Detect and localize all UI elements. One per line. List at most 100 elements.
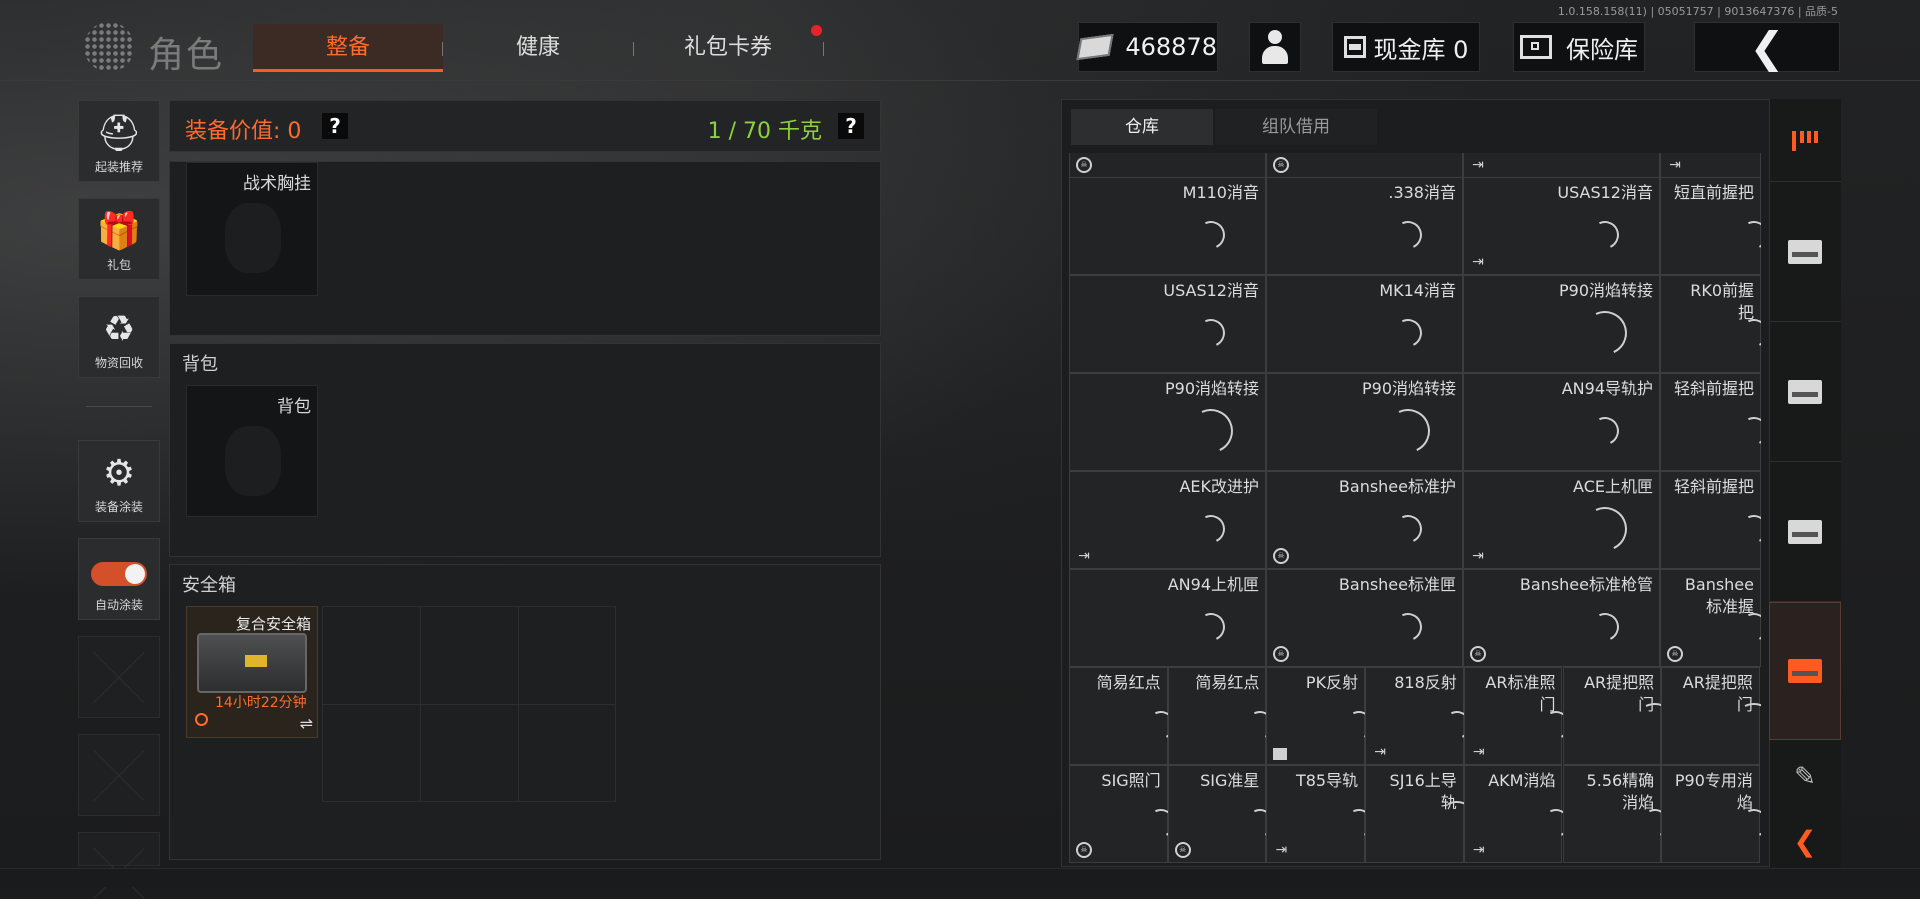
category-all-button[interactable] xyxy=(1769,100,1841,182)
helmet-icon: ⛑ xyxy=(96,113,142,154)
inventory-item[interactable]: Banshee标准枪管 ☠ xyxy=(1463,569,1660,667)
inventory-item[interactable]: ⇥ xyxy=(1463,153,1660,178)
backpack-slot[interactable]: 背包 xyxy=(186,385,318,517)
cash-vault-button[interactable]: 现金库 0 xyxy=(1332,22,1480,72)
loadout-recommend-button[interactable]: ⛑ 起装推荐 xyxy=(78,100,160,182)
category-button[interactable] xyxy=(1769,182,1841,322)
item-name: 轻斜前握把 xyxy=(1673,477,1754,496)
category-button[interactable] xyxy=(1769,322,1841,462)
inventory-item[interactable]: 短直前握把 xyxy=(1660,177,1761,275)
operator-button[interactable] xyxy=(1249,22,1301,72)
slot-label: 背包 xyxy=(277,397,311,417)
inventory-item[interactable]: P90消焰转接 xyxy=(1463,275,1660,373)
inventory-item[interactable]: M110消音 xyxy=(1069,177,1266,275)
tab-warehouse[interactable]: 仓库 xyxy=(1071,109,1213,145)
crate-icon xyxy=(1788,659,1822,683)
inventory-item[interactable]: ACE上机匣 ⇥ xyxy=(1463,471,1660,569)
exit-icon: ⇥ xyxy=(1374,744,1386,760)
safebox-grid[interactable] xyxy=(322,606,616,802)
inventory-item[interactable]: 简易红点 xyxy=(1167,667,1278,765)
sidebar-label: 礼包 xyxy=(106,258,131,272)
category-button[interactable]: ✎ xyxy=(1769,740,1841,814)
inventory-item[interactable]: AEK改进护 ⇥ xyxy=(1069,471,1266,569)
inventory-item[interactable]: Banshee标准匣 ☠ xyxy=(1266,569,1463,667)
tab-gift-coupons[interactable]: 礼包卡券 xyxy=(633,24,823,72)
skull-icon: ☠ xyxy=(1273,548,1289,564)
exit-icon: ⇥ xyxy=(1275,842,1288,858)
sidebar-label: 自动涂装 xyxy=(94,598,143,612)
category-button[interactable] xyxy=(1769,462,1841,602)
toggle-switch[interactable] xyxy=(91,562,147,586)
currency-amount: 468878 xyxy=(1125,33,1217,61)
inventory-item[interactable]: AN94上机匣 xyxy=(1069,569,1266,667)
inventory-item[interactable]: 简易红点 xyxy=(1069,667,1180,765)
inventory-item[interactable]: 轻斜前握把 xyxy=(1660,373,1761,471)
inventory-item[interactable]: AR提把照 门 xyxy=(1562,667,1684,765)
tab-team-borrow[interactable]: 组队借用 xyxy=(1215,109,1377,145)
safe-vault-button[interactable]: 保险库 xyxy=(1513,22,1645,72)
inventory-item[interactable]: USAS12消音 xyxy=(1069,275,1266,373)
backpack-placeholder-icon xyxy=(225,426,281,496)
inventory-item[interactable]: AN94导轨护 xyxy=(1463,373,1660,471)
inventory-item[interactable]: .338消音 xyxy=(1266,177,1463,275)
value-help-button[interactable]: ? xyxy=(322,113,348,139)
inventory-item[interactable]: T85导轨 ⇥ xyxy=(1266,765,1377,863)
item-name: P90专用消 焰 xyxy=(1674,771,1753,812)
safebox-item[interactable]: 复合安全箱 14小时22分钟 ⇌ xyxy=(186,606,318,738)
chest-rig-slot[interactable]: 战术胸挂 xyxy=(186,162,318,296)
inventory-item[interactable]: AR提把照 门 xyxy=(1661,667,1761,765)
page-title: 角色 xyxy=(148,35,225,76)
inventory-item[interactable]: SIG准星 ☠ xyxy=(1167,765,1278,863)
skull-icon: ☠ xyxy=(1273,157,1289,173)
exit-icon: ⇥ xyxy=(1472,744,1485,760)
recycle-button[interactable]: ♻ 物资回收 xyxy=(78,296,160,378)
tab-prepare[interactable]: 整备 xyxy=(253,24,443,72)
inventory-item[interactable]: ☠ xyxy=(1069,153,1266,178)
equipment-skin-button[interactable]: ⚙ 装备涂装 xyxy=(78,440,160,522)
exit-icon: ⇥ xyxy=(1472,254,1484,270)
gift-button[interactable]: 🎁 礼包 xyxy=(78,198,160,280)
box-icon xyxy=(1273,748,1288,760)
loading-spinner-icon xyxy=(1576,500,1633,558)
item-name: USAS12消音 xyxy=(1557,183,1653,202)
inventory-item[interactable]: Banshee 标准握 ☠ xyxy=(1660,569,1761,667)
slot-label: 战术胸挂 xyxy=(243,174,311,194)
item-name: .338消音 xyxy=(1388,183,1456,202)
inventory-item[interactable]: SJ16上导 轨 xyxy=(1365,765,1486,863)
collapse-rail-button[interactable]: ❮ xyxy=(1769,816,1841,866)
inventory-item[interactable]: 5.56精确 消焰 xyxy=(1562,765,1673,863)
swap-icon[interactable]: ⇌ xyxy=(300,714,313,733)
weight-help-button[interactable]: ? xyxy=(838,113,864,139)
inventory-item[interactable]: ☠ xyxy=(1266,153,1463,178)
item-name: 轻斜前握把 xyxy=(1673,379,1754,398)
item-name: SIG照门 xyxy=(1101,771,1161,790)
currency-display[interactable]: 468878 xyxy=(1076,22,1218,72)
paint-icon: ⚙ xyxy=(102,453,136,494)
inventory-item[interactable]: RK0前握 把 xyxy=(1660,275,1761,373)
item-name: Banshee 标准握 xyxy=(1684,575,1754,616)
inventory-item[interactable]: P90专用消 焰 xyxy=(1661,765,1761,863)
sidebar-label: 装备涂装 xyxy=(94,500,143,514)
back-button[interactable]: ❮ xyxy=(1694,22,1840,72)
notification-badge xyxy=(811,25,822,36)
loading-spinner-icon xyxy=(1389,315,1426,351)
skull-icon: ☠ xyxy=(1273,646,1289,662)
inventory-item[interactable]: AR标准照 门 ⇥ xyxy=(1463,667,1575,765)
category-button-active[interactable] xyxy=(1769,602,1841,740)
inventory-item[interactable]: 818反射 ⇥ xyxy=(1365,667,1476,765)
item-name: 818反射 xyxy=(1394,673,1457,692)
inventory-item[interactable]: MK14消音 xyxy=(1266,275,1463,373)
gift-icon: 🎁 xyxy=(96,211,142,252)
inventory-item[interactable]: P90消焰转接 xyxy=(1266,373,1463,471)
inventory-item[interactable]: Banshee标准护 ☠ xyxy=(1266,471,1463,569)
tab-health[interactable]: 健康 xyxy=(443,24,633,72)
inventory-item[interactable]: AKM消焰 ⇥ xyxy=(1463,765,1575,863)
inventory-item[interactable]: 轻斜前握把 xyxy=(1660,471,1761,569)
inventory-item[interactable]: ⇥ xyxy=(1660,153,1761,178)
inventory-item[interactable]: PK反射 xyxy=(1266,667,1377,765)
inventory-item[interactable]: USAS12消音 ⇥ xyxy=(1463,177,1660,275)
auto-skin-toggle[interactable]: 自动涂装 xyxy=(78,538,160,620)
inventory-item[interactable]: P90消焰转接 xyxy=(1069,373,1266,471)
inventory-item[interactable]: SIG照门 ☠ xyxy=(1069,765,1180,863)
safe-icon xyxy=(1520,35,1552,59)
